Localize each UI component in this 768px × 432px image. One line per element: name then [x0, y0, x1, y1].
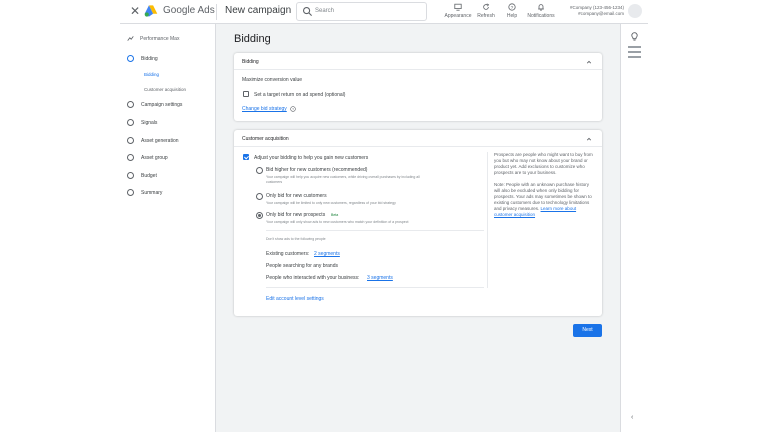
edit-account-settings-link[interactable]: Edit account level settings [266, 296, 324, 302]
divider [234, 69, 602, 70]
account-info[interactable]: #Company (123-456-1234) #company@email.c… [556, 5, 624, 17]
lightbulb-icon[interactable] [630, 32, 639, 41]
vertical-divider [487, 152, 488, 288]
google-ads-logo [144, 5, 158, 17]
dont-show-label: Don't show ads to the following people [266, 237, 326, 241]
radio-only-new-prospects[interactable] [256, 212, 263, 219]
interacted-segments-link[interactable]: 3 segments [367, 275, 393, 281]
brand-name: Google Ads [163, 5, 215, 16]
option-bid-higher-desc-2: customers [266, 180, 283, 184]
help-icon: ? [508, 3, 516, 11]
step-circle-icon [127, 101, 134, 108]
notifications-button[interactable]: Notifications [525, 3, 557, 19]
header-divider [216, 4, 217, 20]
searching-brands-label: People searching for any brands [266, 263, 338, 269]
bid-strategy-name: Maximize conversion value [242, 77, 303, 83]
option-prospects-title: Only bid for new prospects [266, 212, 326, 218]
bidding-card-header: Bidding [242, 59, 259, 65]
adjust-bidding-label: Adjust your bidding to help you gain new… [254, 155, 369, 161]
chevron-up-icon[interactable] [586, 136, 592, 142]
prospects-info-text: Prospects are people who might want to b… [494, 152, 593, 175]
section-title: Bidding [234, 33, 271, 45]
option-only-new-desc: Your campaign will be limited to only ne… [266, 201, 396, 205]
search-placeholder: Search [315, 8, 335, 14]
customer-acquisition-card: Customer acquisition Adjust your bidding… [234, 130, 602, 316]
bidding-card: Bidding Maximize conversion value Set a … [234, 53, 602, 121]
notes-icon[interactable] [628, 46, 641, 61]
close-icon[interactable]: ✕ [130, 5, 140, 17]
option-bid-higher-desc: Your campaign will help you acquire new … [266, 175, 420, 179]
option-bid-higher-title: Bid higher for new customers (recommende… [266, 167, 368, 173]
target-roas-label: Set a target return on ad spend (optiona… [254, 92, 346, 98]
target-roas-checkbox[interactable] [243, 91, 249, 97]
beta-badge: Beta [331, 213, 339, 217]
left-nav: Performance Max Bidding Bidding Customer… [120, 24, 216, 432]
option-only-new-title: Only bid for new customers [266, 193, 327, 199]
main-content: Bidding Bidding Maximize conversion valu… [216, 24, 620, 432]
page-title: New campaign [225, 5, 292, 16]
next-button[interactable]: Next [573, 324, 602, 337]
prospects-info-panel: Prospects are people who might want to b… [494, 152, 594, 224]
divider [266, 287, 484, 288]
divider [234, 146, 602, 147]
svg-text:?: ? [511, 5, 514, 11]
interacted-label: People who interacted with your business… [266, 275, 360, 281]
step-circle-icon [127, 137, 134, 144]
monitor-icon [454, 3, 462, 11]
search-box[interactable]: Search [296, 2, 427, 21]
step-circle-icon [127, 172, 134, 179]
nav-item-campaign-settings[interactable]: Campaign settings [127, 101, 182, 108]
refresh-icon [483, 3, 490, 10]
help-circle-icon[interactable]: ? [290, 106, 296, 112]
existing-customers-segments-link[interactable]: 2 segments [314, 251, 340, 257]
step-circle-icon [127, 189, 134, 196]
step-circle-icon [127, 119, 134, 126]
option-prospects-desc: Your campaign will only show ads to new … [266, 220, 409, 224]
nav-item-signals[interactable]: Signals [127, 119, 157, 126]
search-icon [303, 7, 313, 17]
performance-max-icon [127, 36, 134, 41]
step-circle-icon [127, 154, 134, 161]
chevron-up-icon[interactable] [586, 59, 592, 65]
nav-campaign-type[interactable]: Performance Max [127, 35, 179, 42]
existing-customers-label: Existing customers: [266, 251, 310, 257]
step-circle-icon [127, 55, 134, 62]
right-rail: ‹ [620, 24, 648, 432]
top-header: ✕ Google Ads New campaign Search Appeara… [120, 0, 648, 24]
help-button[interactable]: ? Help [496, 3, 528, 19]
acquisition-card-header: Customer acquisition [242, 136, 289, 142]
adjust-bidding-checkbox[interactable] [243, 154, 249, 160]
prospects-note-text: Note: People with an unknown purchase hi… [494, 182, 592, 217]
nav-subitem-customer-acquisition[interactable]: Customer acquisition [144, 87, 186, 92]
chevron-left-icon[interactable]: ‹ [631, 414, 633, 421]
divider [266, 230, 484, 231]
nav-item-summary[interactable]: Summary [127, 189, 162, 196]
radio-bid-higher[interactable] [256, 167, 263, 174]
nav-item-asset-generation[interactable]: Asset generation [127, 137, 179, 144]
nav-subitem-bidding[interactable]: Bidding [144, 72, 159, 77]
avatar[interactable] [628, 4, 642, 18]
nav-item-budget[interactable]: Budget [127, 172, 157, 179]
bell-icon [538, 4, 544, 11]
nav-item-bidding[interactable]: Bidding [127, 55, 158, 62]
radio-only-new-customers[interactable] [256, 193, 263, 200]
nav-item-asset-group[interactable]: Asset group [127, 154, 168, 161]
change-bid-strategy-link[interactable]: Change bid strategy [242, 106, 287, 112]
svg-text:?: ? [292, 107, 294, 111]
